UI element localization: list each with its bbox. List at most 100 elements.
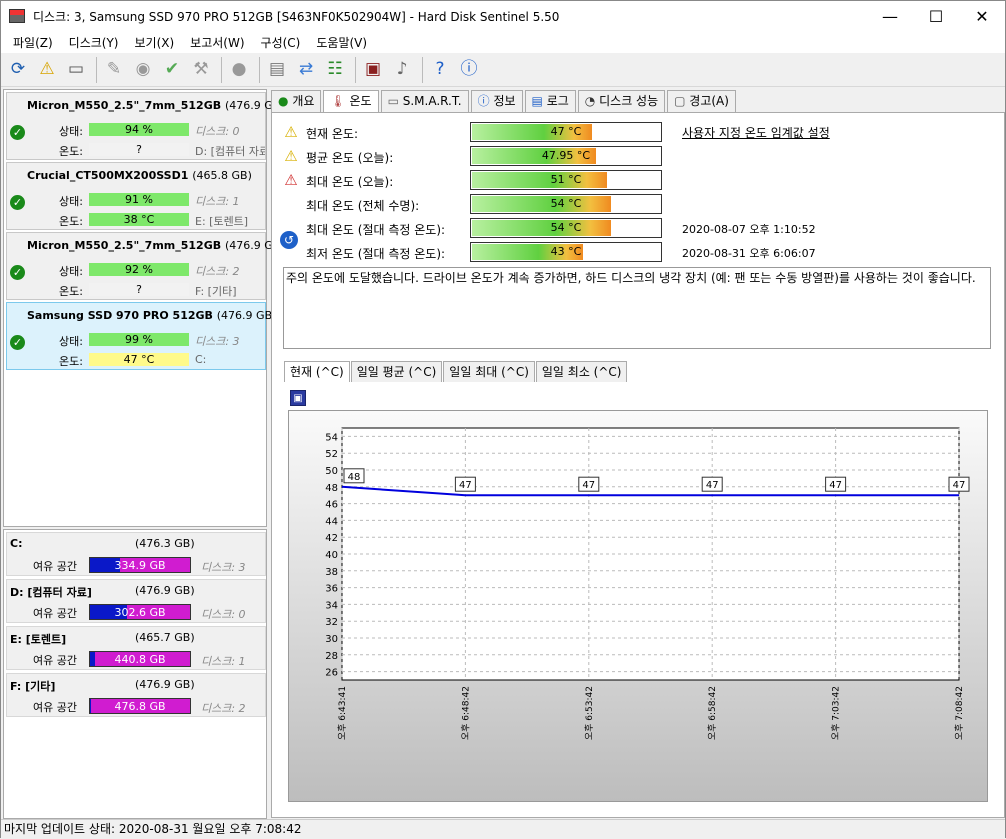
minimize-button[interactable]: — (867, 1, 913, 31)
volume-name: F: [기타] (10, 680, 56, 693)
tab-info[interactable]: ⓘ 정보 (470, 90, 523, 112)
info-icon: ⓘ (477, 94, 490, 108)
chart-tab-current[interactable]: 현재 (^C) (284, 361, 350, 382)
data-label: 47 (953, 480, 966, 491)
toolbar-separator (259, 56, 260, 83)
temperature-note: 주의 온도에 도달했습니다. 드라이브 온도가 계속 증가하면, 하드 디스크의… (283, 267, 991, 349)
wrench-icon[interactable]: ✎ (101, 57, 127, 83)
disk-item-1[interactable]: Crucial_CT500MX200SSD1 (465.8 GB) ✓ 상태: … (6, 162, 266, 230)
help-icon[interactable]: ? (427, 57, 453, 83)
gauge-icon: ◔ (584, 94, 596, 108)
volume-item-2[interactable]: E: [토렌트] (465.7 GB) 여유 공간 440.8 GB 디스크: … (6, 626, 266, 670)
disk-check-icon[interactable]: ◉ (130, 57, 156, 83)
network-icon[interactable]: ☷ (322, 57, 348, 83)
tab-smart[interactable]: ▭ S.M.A.R.T. (380, 90, 469, 112)
title-bar[interactable]: 디스크: 3, Samsung SSD 970 PRO 512GB [S463N… (1, 1, 1005, 31)
data-label: 48 (348, 472, 361, 483)
chart-tab-daily-max[interactable]: 일일 최대 (^C) (443, 361, 535, 382)
drive-letter: E: [토렌트] (195, 215, 249, 228)
y-tick-label: 26 (325, 668, 338, 679)
x-tick-label: 오후 6:53:42 (584, 686, 595, 740)
disk-item-2[interactable]: Micron_M550_2.5"_7mm_512GB (476.9 GB) ✓ … (6, 232, 285, 300)
volume-size: (476.9 GB) (135, 584, 195, 597)
disk-number: 디스크: 3 (195, 335, 240, 348)
free-space-bar: 476.8 GB (89, 698, 191, 714)
refresh-icon[interactable]: ⟳ (5, 57, 31, 83)
menu-help[interactable]: 도움말(V) (308, 34, 375, 51)
volume-size: (476.9 GB) (135, 678, 195, 691)
temp-bar: 47 °C (89, 353, 189, 366)
disk-verify-icon[interactable]: ✔ (159, 57, 185, 83)
info-icon[interactable]: ⓘ (456, 57, 482, 83)
disk-name-row: Micron_M550_2.5"_7mm_512GB (476.9 GB) (27, 239, 285, 252)
toolbar-separator (96, 56, 97, 83)
temp-row-value: 47.95 °C (541, 149, 591, 162)
temp-label: 온도: (59, 145, 83, 158)
save-icon[interactable]: ▣ (290, 390, 306, 406)
sync-icon[interactable]: ⇄ (293, 57, 319, 83)
volume-disk: 디스크: 1 (201, 655, 246, 668)
ok-check-icon: ✓ (10, 335, 25, 350)
temp-row-value: 43 °C (550, 245, 582, 258)
circle-icon[interactable]: ● (226, 57, 252, 83)
chart-tab-daily-avg[interactable]: 일일 평균 (^C) (350, 361, 443, 382)
temp-row-timestamp: 2020-08-31 오후 6:06:07 (682, 247, 816, 260)
menu-view[interactable]: 보기(X) (127, 34, 183, 51)
tab-alerts[interactable]: ▢ 경고(A) (667, 90, 736, 112)
maximize-button[interactable]: ☐ (913, 1, 959, 31)
temp-row-value: 54 °C (550, 221, 582, 234)
status-label: 상태: (59, 265, 83, 278)
reset-icon[interactable]: ↺ (280, 231, 298, 249)
free-space-label: 여유 공간 (33, 701, 77, 714)
x-tick-label: 오후 6:48:42 (460, 686, 471, 740)
disk-name: Micron_M550_2.5"_7mm_512GB (27, 99, 222, 112)
drive-icon[interactable]: ▭ (63, 57, 89, 83)
volume-item-0[interactable]: C: (476.3 GB) 여유 공간 334.9 GB 디스크: 3 (6, 532, 266, 576)
close-button[interactable]: ✕ (959, 1, 1005, 31)
x-tick-label: 오후 6:43:41 (337, 686, 348, 740)
data-label: 47 (829, 480, 842, 491)
tab-overview[interactable]: ● 개요 (271, 90, 322, 112)
warning-icon: ⚠ (284, 147, 298, 165)
warning-icon: ⚠ (284, 123, 298, 141)
menu-disk[interactable]: 디스크(Y) (61, 34, 127, 51)
temp-bar: ? (89, 283, 189, 296)
tab-log[interactable]: ▤ 로그 (524, 90, 576, 112)
y-tick-label: 28 (325, 651, 338, 662)
menu-report[interactable]: 보고서(W) (182, 34, 252, 51)
volume-disk: 디스크: 2 (201, 702, 246, 715)
y-tick-label: 44 (325, 516, 338, 527)
tool-icon[interactable]: ⚒ (188, 57, 214, 83)
sound-icon[interactable]: ♪ (389, 57, 415, 83)
disk-item-3[interactable]: Samsung SSD 970 PRO 512GB (476.9 GB) ✓ 상… (6, 302, 276, 370)
y-tick-label: 36 (325, 584, 338, 595)
ok-check-icon: ✓ (10, 265, 25, 280)
menu-bar: 파일(Z) 디스크(Y) 보기(X) 보고서(W) 구성(C) 도움말(V) (1, 31, 1005, 53)
disk-item-0[interactable]: Micron_M550_2.5"_7mm_512GB (476.9 GB) ✓ … (6, 92, 285, 160)
temp-label: 온도: (59, 215, 83, 228)
alert-doc-icon: ▢ (674, 94, 686, 108)
temp-row-bar: 51 °C (470, 170, 662, 190)
data-label: 47 (582, 480, 595, 491)
free-space-label: 여유 공간 (33, 654, 77, 667)
chart-tab-daily-min[interactable]: 일일 최소 (^C) (535, 361, 628, 382)
y-tick-label: 40 (325, 550, 338, 561)
tab-label: 디스크 성능 (599, 94, 659, 108)
disk-name: Micron_M550_2.5"_7mm_512GB (27, 239, 222, 252)
warning-icon[interactable]: ⚠ (34, 57, 60, 83)
tab-temperature[interactable]: 🌡 온도 (323, 90, 379, 113)
chart-tabs: 현재 (^C) 일일 평균 (^C) 일일 최대 (^C) 일일 최소 (^C) (284, 361, 984, 383)
temp-row-value: 54 °C (550, 197, 582, 210)
app-window: 디스크: 3, Samsung SSD 970 PRO 512GB [S463N… (0, 0, 1006, 838)
volume-size: (476.3 GB) (135, 537, 195, 550)
report-icon[interactable]: ▤ (264, 57, 290, 83)
volume-item-3[interactable]: F: [기타] (476.9 GB) 여유 공간 476.8 GB 디스크: 2 (6, 673, 266, 717)
tab-performance[interactable]: ◔ 디스크 성능 (577, 90, 666, 112)
drive-letter: F: [기타] (195, 285, 237, 298)
monitor-icon[interactable]: ▣ (360, 57, 386, 83)
tab-label: 경고(A) (689, 94, 729, 108)
y-tick-label: 46 (325, 500, 338, 511)
volume-item-1[interactable]: D: [컴퓨터 자료] (476.9 GB) 여유 공간 302.6 GB 디스… (6, 579, 266, 623)
menu-config[interactable]: 구성(C) (253, 34, 309, 51)
menu-file[interactable]: 파일(Z) (5, 34, 61, 51)
